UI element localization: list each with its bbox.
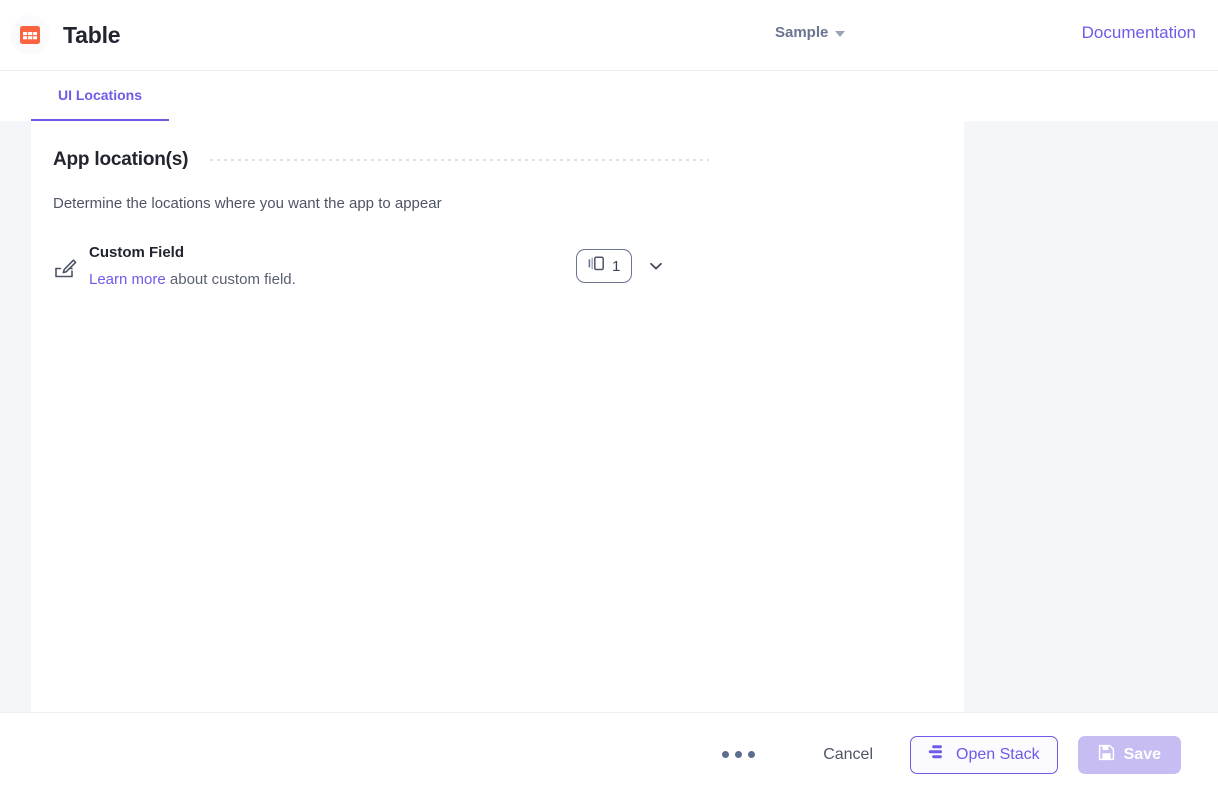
location-row-custom-field: Custom Field Learn more about custom fie… [53,242,964,300]
chevron-down-icon[interactable] [648,258,664,274]
app-title: Table [63,21,121,48]
location-controls: 1 [576,249,664,283]
table-grid-icon [10,15,50,55]
app-root: Table Sample Documentation UI Locations … [0,0,1218,796]
footer-actions: Cancel Open Stack Save [0,712,1218,796]
learn-more-link[interactable]: Learn more [89,271,166,288]
location-text: Custom Field Learn more about custom fie… [87,242,296,291]
ellipsis-dot [735,751,743,758]
tab-label: UI Locations [57,87,142,103]
environment-selector[interactable]: Sample [775,24,846,41]
location-subtext: Learn more about custom field. [89,269,296,291]
gutter-left [0,121,31,712]
ellipsis-dot [722,751,730,758]
floppy-save-icon [1098,744,1115,766]
open-stack-label: Open Stack [956,745,1040,763]
cancel-button[interactable]: Cancel [809,736,887,774]
open-stack-button[interactable]: Open Stack [910,735,1058,774]
tab-ui-locations[interactable]: UI Locations [31,71,169,121]
ellipsis-dot [748,751,756,758]
panel-layout-icon [588,256,605,276]
documentation-link[interactable]: Documentation [1082,23,1196,43]
location-name: Custom Field [89,244,185,261]
stack-icon [928,744,946,765]
tab-bar: UI Locations [0,71,1218,121]
dotted-divider [210,159,709,161]
environment-label: Sample [775,24,829,41]
content-panel: App location(s) Determine the locations … [31,121,964,712]
location-subtext-rest: about custom field. [165,271,296,288]
caret-down-icon [835,30,846,37]
section-description: Determine the locations where you want t… [53,195,442,212]
custom-field-icon [53,242,87,283]
section-header: App location(s) [53,149,964,171]
brand: Table [10,15,121,55]
location-count-badge[interactable]: 1 [576,249,633,283]
save-label: Save [1123,745,1161,763]
ellipsis-icon[interactable] [710,741,767,768]
app-header: Table Sample Documentation [0,0,1218,71]
body-area: App location(s) Determine the locations … [0,121,1218,712]
save-button[interactable]: Save [1077,735,1181,774]
location-count-value: 1 [612,257,621,275]
gutter-right [964,121,1218,712]
page-title: App location(s) [53,149,189,170]
